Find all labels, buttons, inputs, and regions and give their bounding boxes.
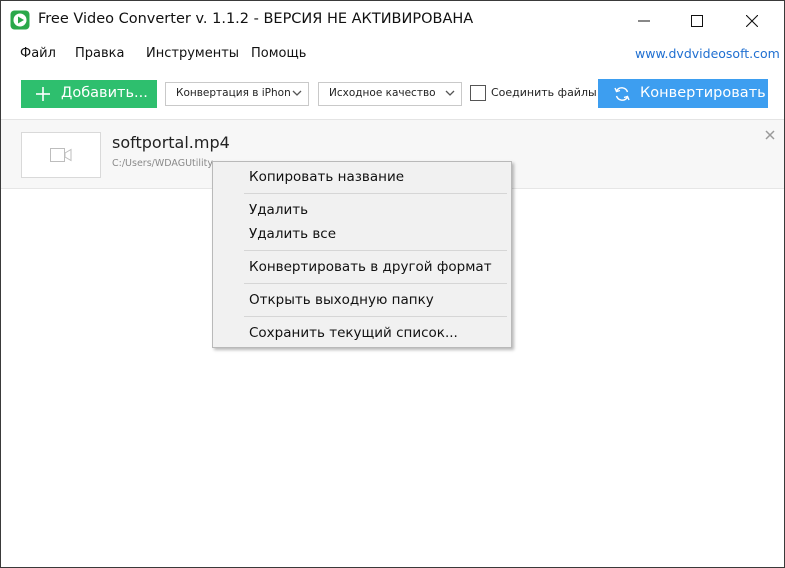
menu-tools[interactable]: Инструменты xyxy=(146,46,239,61)
maximize-button[interactable] xyxy=(674,1,720,41)
website-link[interactable]: www.dvdvideosoft.com xyxy=(635,46,780,61)
toolbar: Добавить... Конвертация в iPhon Исходное… xyxy=(1,67,784,119)
menu-item-delete[interactable]: Удалить xyxy=(249,202,308,218)
close-icon xyxy=(746,15,758,27)
merge-files-label[interactable]: Соединить файлы xyxy=(491,86,597,99)
add-files-button[interactable]: Добавить... xyxy=(21,80,157,108)
convert-label: Конвертировать xyxy=(640,85,766,101)
menu-separator xyxy=(244,316,507,317)
file-name: softportal.mp4 xyxy=(112,133,230,152)
add-files-label: Добавить... xyxy=(61,85,148,101)
format-dropdown-value: Конвертация в iPhon xyxy=(176,87,291,99)
quality-dropdown-value: Исходное качество xyxy=(329,87,436,99)
menu-separator xyxy=(244,250,507,251)
format-dropdown[interactable]: Конвертация в iPhon xyxy=(165,82,309,106)
remove-file-icon[interactable] xyxy=(763,128,777,142)
menu-item-open-output-folder[interactable]: Открыть выходную папку xyxy=(249,292,434,308)
chevron-down-icon xyxy=(292,90,302,96)
minimize-icon xyxy=(638,20,650,22)
quality-dropdown[interactable]: Исходное качество xyxy=(318,82,462,106)
menu-bar: Файл Правка Инструменты Помощь www.dvdvi… xyxy=(1,41,784,67)
context-menu: Копировать название Удалить Удалить все … xyxy=(212,161,512,348)
menu-separator xyxy=(244,283,507,284)
menu-help[interactable]: Помощь xyxy=(251,46,306,61)
window-title: Free Video Converter v. 1.1.2 - ВЕРСИЯ Н… xyxy=(38,11,474,27)
merge-files-checkbox[interactable] xyxy=(470,85,486,101)
close-window-button[interactable] xyxy=(729,1,775,41)
menu-item-copy-name[interactable]: Копировать название xyxy=(249,169,404,185)
menu-item-convert-other-format[interactable]: Конвертировать в другой формат xyxy=(249,259,492,275)
refresh-icon xyxy=(614,87,630,101)
play-icon xyxy=(10,10,30,30)
menu-edit[interactable]: Правка xyxy=(75,46,124,61)
menu-separator xyxy=(244,193,507,194)
menu-item-delete-all[interactable]: Удалить все xyxy=(249,226,336,242)
minimize-button[interactable] xyxy=(621,1,667,41)
app-window: Free Video Converter v. 1.1.2 - ВЕРСИЯ Н… xyxy=(0,0,785,568)
title-bar: Free Video Converter v. 1.1.2 - ВЕРСИЯ Н… xyxy=(1,1,784,41)
video-thumbnail xyxy=(21,132,101,178)
convert-button[interactable]: Конвертировать xyxy=(598,79,768,108)
maximize-icon xyxy=(691,15,703,27)
chevron-down-icon xyxy=(445,90,455,96)
menu-item-save-list[interactable]: Сохранить текущий список... xyxy=(249,325,458,341)
video-camera-icon xyxy=(50,148,72,162)
file-path: C:/Users/WDAGUtility... xyxy=(112,158,221,169)
plus-icon xyxy=(36,87,50,101)
menu-file[interactable]: Файл xyxy=(20,46,56,61)
